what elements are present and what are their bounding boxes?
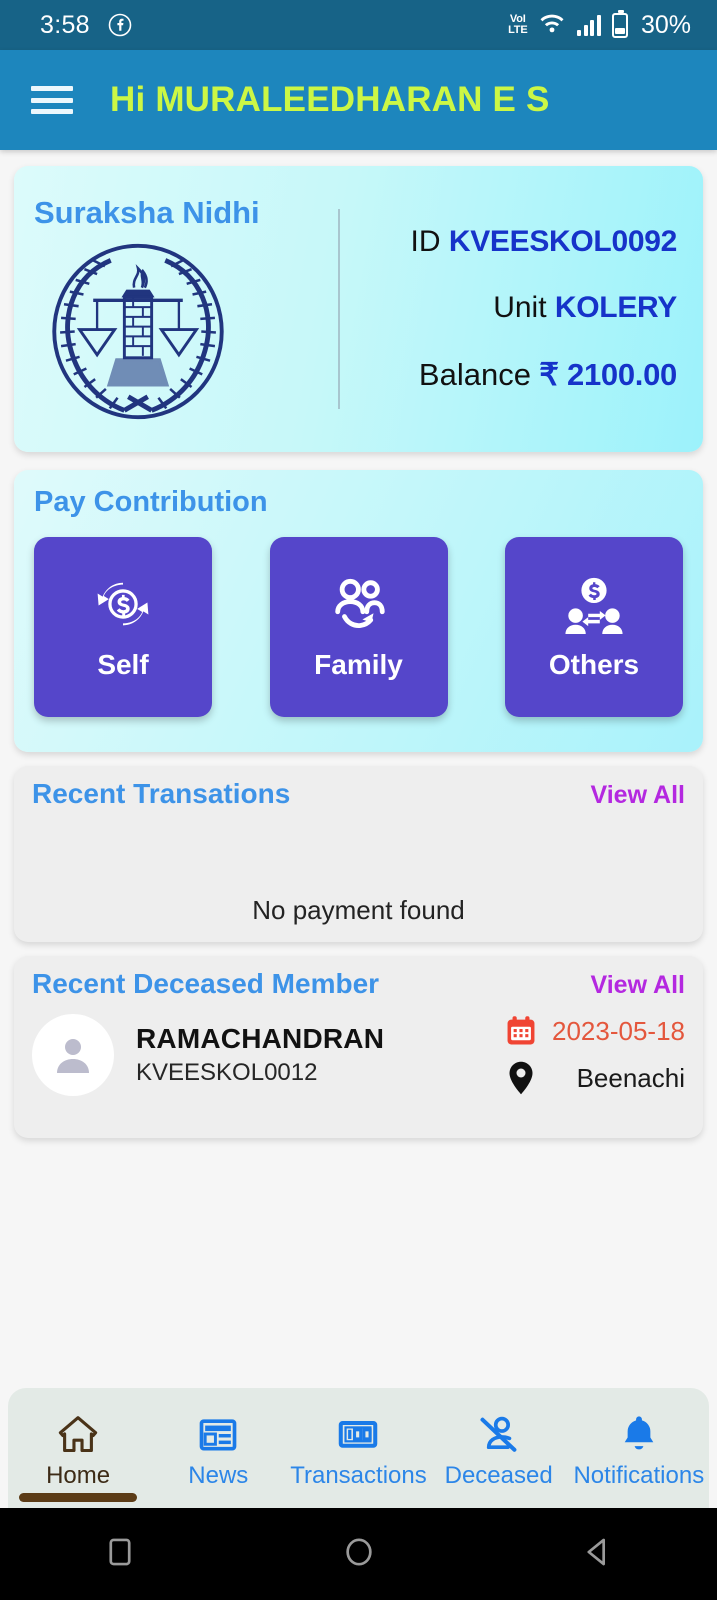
- recent-transactions-view-all[interactable]: View All: [591, 781, 685, 810]
- card-divider: [337, 209, 340, 409]
- main-content: Suraksha Nidhi ID KVEESKOL0092 Unit KOLE…: [0, 150, 717, 1388]
- unit-value: KOLERY: [554, 291, 677, 324]
- nav-label-notifications: Notifications: [573, 1462, 705, 1489]
- deceased-list-item[interactable]: RAMACHANDRAN KVEESKOL0012 2023-05-18 Bee…: [32, 1014, 685, 1096]
- deceased-meta-values: 2023-05-18 Beenachi: [552, 1016, 685, 1094]
- recent-deceased-view-all[interactable]: View All: [591, 971, 685, 1000]
- deceased-meta-icons: [504, 1014, 538, 1096]
- deceased-place: Beenachi: [576, 1063, 685, 1093]
- recent-transactions-title: Recent Transations: [32, 778, 291, 809]
- profile-card-left: Suraksha Nidhi: [14, 195, 338, 424]
- money-transfer-people-icon: [565, 577, 623, 635]
- balance-row: Balance ₹ 2100.00: [340, 357, 677, 393]
- family-group-icon: [334, 578, 385, 629]
- recent-transactions-empty-text: No payment found: [252, 895, 465, 925]
- recent-transactions-header: Recent Transations View All: [32, 778, 685, 810]
- balance-label: Balance: [418, 357, 531, 392]
- deceased-name-block: RAMACHANDRAN KVEESKOL0012: [136, 1023, 482, 1087]
- pay-self-button[interactable]: Self: [34, 537, 212, 717]
- pay-contribution-buttons: Self Family Others: [34, 537, 683, 717]
- battery-icon: [611, 9, 628, 38]
- recent-transactions-card: Recent Transations View All No payment f…: [14, 766, 703, 942]
- home-circle-icon[interactable]: [342, 1535, 376, 1574]
- deceased-member-id: KVEESKOL0012: [136, 1059, 318, 1086]
- cellular-signal-icon: [577, 14, 601, 36]
- hamburger-menu-icon[interactable]: [30, 83, 74, 117]
- volte-line2: LTE: [508, 24, 528, 36]
- nav-label-home: Home: [46, 1462, 111, 1489]
- recent-deceased-card: Recent Deceased Member View All RAMACHAN…: [14, 956, 703, 1138]
- pay-family-button[interactable]: Family: [269, 537, 448, 717]
- facebook-icon: [108, 13, 132, 37]
- deceased-meta-block: 2023-05-18 Beenachi: [504, 1014, 685, 1096]
- newspaper-icon: [199, 1419, 237, 1451]
- nav-item-home[interactable]: Home: [11, 1412, 146, 1502]
- bell-icon: [624, 1416, 654, 1450]
- location-pin-icon: [509, 1061, 533, 1095]
- unit-label: Unit: [493, 291, 547, 324]
- member-id-label: ID: [410, 225, 441, 258]
- nav-item-transactions[interactable]: Transactions: [290, 1412, 427, 1490]
- home-icon: [58, 1416, 98, 1453]
- status-bar-left: 3:58: [40, 11, 132, 40]
- volte-icon: VoI LTE: [508, 14, 528, 36]
- avatar: [32, 1014, 114, 1096]
- nav-item-notifications[interactable]: Notifications: [571, 1412, 706, 1490]
- app-bar: Hi MURALEEDHARAN E S: [0, 50, 717, 150]
- nav-label-transactions: Transactions: [290, 1462, 427, 1489]
- battery-percent: 30%: [640, 10, 691, 39]
- member-id-value: KVEESKOL0092: [448, 225, 677, 258]
- recents-square-icon[interactable]: [103, 1535, 137, 1574]
- status-bar-clock: 3:58: [40, 10, 90, 39]
- pay-family-label: Family: [314, 649, 403, 680]
- system-navigation-bar: [0, 1508, 717, 1600]
- profile-card-right: ID KVEESKOL0092 Unit KOLERY Balance ₹ 21…: [340, 225, 703, 393]
- scheme-title: Suraksha Nidhi: [34, 194, 260, 230]
- recent-deceased-header: Recent Deceased Member View All: [32, 968, 685, 1000]
- app-root: 3:58 VoI LTE 30% Hi MURALEEDHARAN E S Su…: [0, 0, 717, 1600]
- nav-item-deceased[interactable]: Deceased: [431, 1412, 566, 1490]
- justice-scales-emblem: [52, 243, 224, 419]
- pay-others-button[interactable]: Others: [505, 537, 683, 717]
- recent-deceased-title: Recent Deceased Member: [32, 968, 380, 999]
- pay-contribution-card: Pay Contribution Self Family Others: [14, 470, 703, 752]
- nav-label-deceased: Deceased: [444, 1462, 553, 1489]
- calendar-icon: [507, 1016, 535, 1045]
- unit-row: Unit KOLERY: [340, 291, 677, 325]
- status-bar: 3:58 VoI LTE 30%: [0, 0, 717, 50]
- status-bar-right: VoI LTE 30%: [508, 9, 691, 40]
- banknote-100-icon: [339, 1420, 378, 1448]
- balance-value: ₹ 2100.00: [539, 357, 677, 392]
- pay-others-label: Others: [548, 649, 640, 680]
- person-off-icon: [480, 1416, 517, 1452]
- pay-self-label: Self: [97, 649, 149, 680]
- pay-contribution-title: Pay Contribution: [34, 486, 268, 518]
- profile-balance-card: Suraksha Nidhi ID KVEESKOL0092 Unit KOLE…: [14, 166, 703, 452]
- member-id-row: ID KVEESKOL0092: [340, 225, 677, 259]
- money-recycle-icon: [97, 582, 149, 626]
- wifi-icon: [538, 11, 566, 39]
- nav-active-indicator: [19, 1493, 138, 1502]
- back-triangle-icon[interactable]: [581, 1535, 615, 1574]
- bottom-navigation: Home News Transactions Deceased Notifica…: [8, 1388, 709, 1508]
- nav-label-news: News: [188, 1462, 249, 1489]
- deceased-name: RAMACHANDRAN: [136, 1023, 385, 1054]
- page-title: Hi MURALEEDHARAN E S: [110, 80, 550, 119]
- deceased-date: 2023-05-18: [552, 1016, 685, 1046]
- person-avatar-icon: [57, 1039, 89, 1073]
- nav-item-news[interactable]: News: [151, 1412, 286, 1490]
